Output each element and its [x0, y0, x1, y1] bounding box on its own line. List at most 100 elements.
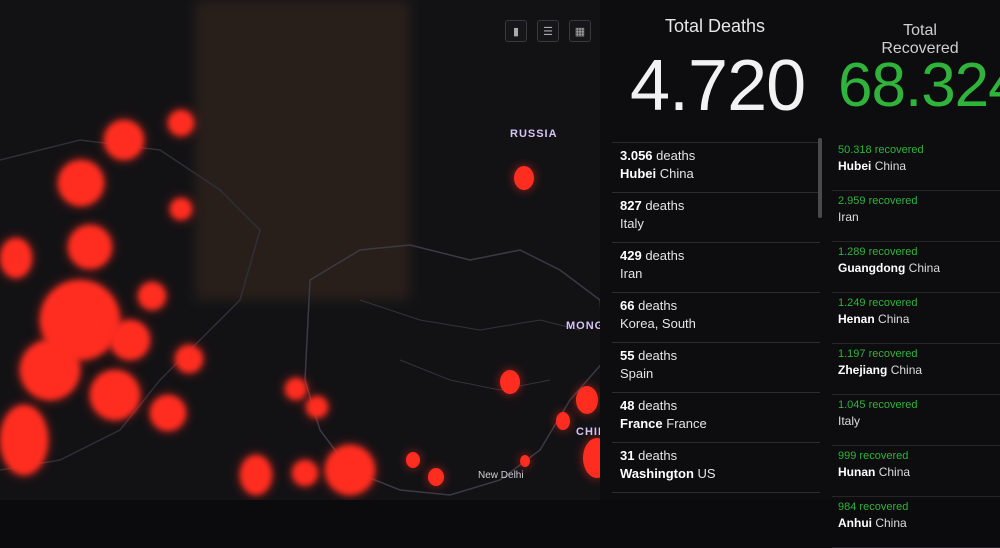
country-name: China: [890, 363, 923, 377]
recovered-unit: recovered: [859, 501, 909, 513]
list-item[interactable]: 999 recovered Hunan China: [832, 446, 1000, 497]
country-name: China: [908, 261, 941, 275]
recovered-count: 984: [838, 501, 857, 513]
hotspot-marker[interactable]: [110, 320, 150, 360]
recovered-unit: recovered: [868, 246, 918, 258]
country-name: Italy: [620, 216, 644, 231]
hotspot-marker[interactable]: [240, 455, 272, 495]
hotspot-marker[interactable]: [104, 120, 144, 160]
list-item[interactable]: 31 deaths Washington US: [612, 443, 820, 493]
hotspot-marker[interactable]: [292, 460, 318, 486]
death-unit: deaths: [638, 398, 678, 413]
map-label-russia: RUSSIA: [510, 128, 558, 140]
list-item[interactable]: 2.959 recovered Iran: [832, 191, 1000, 242]
country-name: China: [875, 516, 907, 530]
hotspot-marker[interactable]: [170, 198, 192, 220]
list-item[interactable]: 3.056 deaths Hubei China: [612, 143, 820, 193]
region-name: Hunan: [838, 465, 876, 479]
death-count: 31: [620, 448, 635, 463]
region-name: Anhui: [838, 516, 872, 530]
recovered-count: 2.959: [838, 195, 866, 207]
region-name: France: [620, 416, 663, 431]
death-unit: deaths: [656, 148, 696, 163]
region-name: Henan: [838, 312, 875, 326]
hotspot-marker[interactable]: [0, 405, 48, 475]
recovered-count: 1.197: [838, 348, 866, 360]
death-count: 48: [620, 398, 635, 413]
country-name: China: [874, 159, 907, 173]
list-icon[interactable]: ☰: [537, 20, 559, 42]
region-name: Washington: [620, 466, 694, 481]
deaths-list[interactable]: 3.056 deaths Hubei China 827 deaths Ital…: [612, 142, 820, 503]
country-name: China: [659, 166, 694, 181]
bookmark-icon[interactable]: ▮: [505, 20, 527, 42]
region-name: Guangdong: [838, 261, 906, 275]
list-item[interactable]: 429 deaths Iran: [612, 243, 820, 293]
death-unit: deaths: [645, 198, 685, 213]
list-item[interactable]: 1.045 recovered Italy: [832, 395, 1000, 446]
list-item[interactable]: 66 deaths Korea, South: [612, 293, 820, 343]
country-name: US: [697, 466, 716, 481]
list-item[interactable]: 48 deaths France France: [612, 393, 820, 443]
total-deaths-value: 4.720: [630, 46, 806, 126]
country-name: Iran: [620, 266, 643, 281]
list-item[interactable]: 1.197 recovered Zhejiang China: [832, 344, 1000, 395]
death-count: 827: [620, 198, 642, 213]
list-item[interactable]: 1.289 recovered Guangdong China: [832, 242, 1000, 293]
hotspot-marker[interactable]: [168, 110, 194, 136]
hotspot-marker[interactable]: [175, 345, 203, 373]
death-unit: deaths: [638, 448, 678, 463]
hotspot-marker[interactable]: [150, 395, 186, 431]
country-name: Italy: [838, 414, 861, 428]
country-name: China: [878, 465, 911, 479]
recovered-unit: recovered: [868, 297, 918, 309]
hotspot-marker[interactable]: [138, 282, 166, 310]
hotspot-marker[interactable]: [20, 340, 80, 400]
death-count: 429: [620, 248, 642, 263]
hotspot-marker[interactable]: [325, 445, 375, 495]
hotspot-marker[interactable]: [514, 166, 534, 190]
region-name: Hubei: [620, 166, 657, 181]
recovered-unit: recovered: [868, 195, 918, 207]
hotspot-marker[interactable]: [406, 452, 420, 468]
region-name: Hubei: [838, 159, 872, 173]
death-unit: deaths: [645, 248, 685, 263]
hotspot-marker[interactable]: [58, 160, 104, 206]
death-count: 55: [620, 348, 635, 363]
death-unit: deaths: [638, 298, 678, 313]
recovered-count: 1.045: [838, 399, 866, 411]
country-name: Iran: [838, 210, 859, 224]
map-label-new-delhi: New Delhi: [478, 470, 524, 481]
hotspot-marker[interactable]: [500, 370, 520, 394]
hotspot-marker[interactable]: [68, 225, 112, 269]
deaths-list-scrollbar[interactable]: [818, 138, 822, 218]
hotspot-marker[interactable]: [556, 412, 570, 430]
hotspot-marker[interactable]: [285, 378, 307, 400]
hotspot-marker[interactable]: [306, 396, 328, 418]
region-name: Zhejiang: [838, 363, 888, 377]
list-item[interactable]: 50.318 recovered Hubei China: [832, 140, 1000, 191]
recovered-unit: recovered: [868, 399, 918, 411]
hotspot-marker[interactable]: [520, 455, 530, 467]
hotspot-marker[interactable]: [428, 468, 444, 486]
list-item[interactable]: 827 deaths Italy: [612, 193, 820, 243]
recovered-count: 999: [838, 450, 857, 462]
total-deaths-title: Total Deaths: [664, 16, 766, 36]
recovered-list[interactable]: 50.318 recovered Hubei China 2.959 recov…: [832, 140, 1000, 548]
hotspot-marker[interactable]: [90, 370, 140, 420]
grid-icon[interactable]: ▦: [569, 20, 591, 42]
recovered-unit: recovered: [859, 450, 909, 462]
hotspot-marker[interactable]: [0, 238, 32, 278]
list-item[interactable]: 55 deaths Spain: [612, 343, 820, 393]
recovered-count: 1.289: [838, 246, 866, 258]
country-name: China: [878, 312, 910, 326]
death-count: 3.056: [620, 148, 653, 163]
list-item[interactable]: 984 recovered Anhui China: [832, 497, 1000, 548]
recovered-unit: recovered: [868, 348, 918, 360]
recovered-count: 1.249: [838, 297, 866, 309]
hotspot-marker[interactable]: [576, 386, 598, 414]
list-item[interactable]: 1.249 recovered Henan China: [832, 293, 1000, 344]
total-recovered-value: 68.324: [838, 51, 1000, 120]
world-map[interactable]: RUSSIA MONGO CHINA New Delhi ▮ ☰ ▦: [0, 0, 610, 500]
recovered-count: 50.318: [838, 144, 872, 156]
